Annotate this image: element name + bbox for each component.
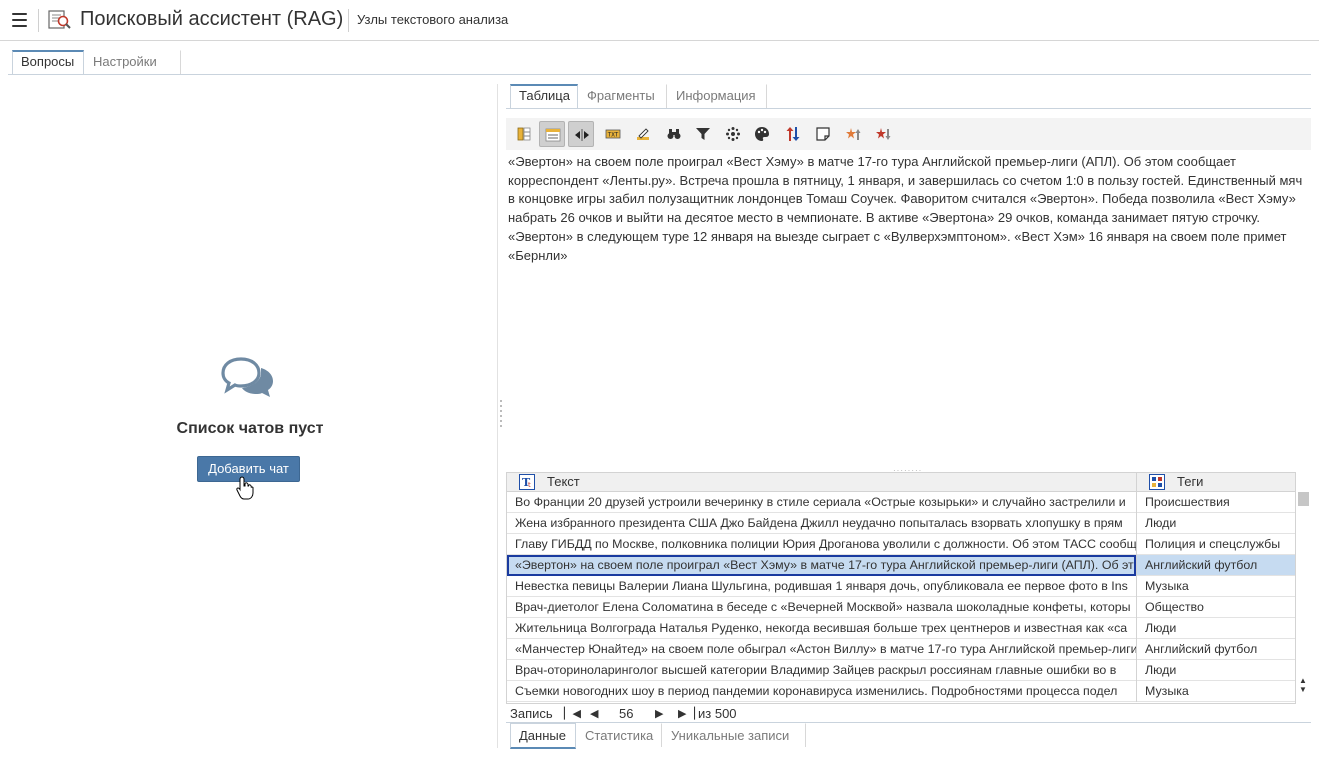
- cell-tag[interactable]: Происшествия: [1136, 492, 1295, 513]
- next-record-icon[interactable]: ▶: [655, 707, 663, 720]
- cell-text[interactable]: «Манчестер Юнайтед» на своем поле обыгра…: [515, 639, 1136, 659]
- last-record-icon[interactable]: ▶▕: [678, 707, 695, 720]
- cell-text[interactable]: Главу ГИБДД по Москве, полковника полици…: [515, 534, 1136, 554]
- sort-icon[interactable]: [780, 121, 806, 147]
- table-row[interactable]: Жительница Волгограда Наталья Руденко, н…: [507, 618, 1295, 639]
- star-down-icon[interactable]: [870, 121, 896, 147]
- toolbar: TXT: [506, 118, 1311, 150]
- table-row[interactable]: Главу ГИБДД по Москве, полковника полици…: [507, 534, 1295, 555]
- tab-questions[interactable]: Вопросы: [12, 50, 84, 74]
- binoculars-icon[interactable]: [661, 121, 687, 147]
- note-icon[interactable]: [810, 121, 836, 147]
- cell-text[interactable]: Невестка певицы Валерии Лиана Шульгина, …: [515, 576, 1136, 596]
- empty-chats-message: Список чатов пуст: [176, 420, 324, 437]
- tab-data[interactable]: Данные: [510, 723, 576, 749]
- columns-icon[interactable]: [511, 121, 537, 147]
- prev-record-icon[interactable]: ◀: [590, 707, 598, 720]
- cell-tag[interactable]: Полиция и спецслужбы: [1136, 534, 1295, 555]
- tab-fragments[interactable]: Фрагменты: [578, 84, 667, 108]
- menu-icon[interactable]: [12, 13, 27, 27]
- app-icon: [48, 9, 72, 36]
- tab-table[interactable]: Таблица: [510, 84, 578, 108]
- tags-column-icon: [1149, 474, 1165, 490]
- divider: [348, 9, 349, 32]
- divider: [38, 9, 39, 32]
- chat-bubbles-icon: [221, 356, 275, 405]
- table-row[interactable]: Врач-оториноларинголог высшей категории …: [507, 660, 1295, 681]
- table-row[interactable]: «Манчестер Юнайтед» на своем поле обыгра…: [507, 639, 1295, 660]
- first-record-icon[interactable]: ▏◀: [564, 707, 581, 720]
- cell-tag[interactable]: Люди: [1136, 618, 1295, 639]
- cluster-icon[interactable]: [720, 121, 746, 147]
- cell-tag[interactable]: Общество: [1136, 597, 1295, 618]
- filter-icon[interactable]: [690, 121, 716, 147]
- tab-unique-records[interactable]: Уникальные записи: [662, 723, 806, 747]
- text-column-icon: Tt: [519, 474, 535, 490]
- column-header-tags[interactable]: Теги: [1136, 473, 1295, 492]
- cell-text[interactable]: Жена избранного президента США Джо Байде…: [515, 513, 1136, 533]
- table-row[interactable]: «Эвертон» на своем поле проиграл «Вест Х…: [507, 555, 1295, 576]
- label-icon[interactable]: TXT: [600, 121, 626, 147]
- cell-text[interactable]: Врач-оториноларинголог высшей категории …: [515, 660, 1136, 680]
- table-row[interactable]: Врач-диетолог Елена Соломатина в беседе …: [507, 597, 1295, 618]
- cell-tag[interactable]: Музыка: [1136, 681, 1295, 702]
- cell-tag[interactable]: Английский футбол: [1136, 639, 1295, 660]
- current-record[interactable]: 56: [619, 706, 633, 721]
- page-title: Поисковый ассистент (RAG): [80, 8, 344, 30]
- top-bar: Поисковый ассистент (RAG) Узлы текстовог…: [0, 0, 1319, 41]
- star-up-icon[interactable]: [840, 121, 866, 147]
- cell-text[interactable]: Врач-диетолог Елена Соломатина в беседе …: [515, 597, 1136, 617]
- palette-icon[interactable]: [749, 121, 775, 147]
- tab-underline: [506, 108, 1311, 109]
- table-row[interactable]: Съемки новогодних шоу в период пандемии …: [507, 681, 1295, 702]
- column-header-text[interactable]: Tt Текст: [517, 473, 1136, 492]
- column-header-label: Текст: [547, 474, 580, 489]
- cell-text[interactable]: Во Франции 20 друзей устроили вечеринку …: [515, 492, 1136, 512]
- expand-horizontal-icon[interactable]: [568, 121, 594, 147]
- pager-label: Запись: [510, 706, 553, 721]
- cell-tag[interactable]: Музыка: [1136, 576, 1295, 597]
- row-view-icon[interactable]: [539, 121, 565, 147]
- edit-icon[interactable]: [630, 121, 656, 147]
- table-header: Tt Текст Теги: [507, 473, 1295, 492]
- table-row[interactable]: Невестка певицы Валерии Лиана Шульгина, …: [507, 576, 1295, 597]
- tab-information[interactable]: Информация: [667, 84, 767, 108]
- column-header-label: Теги: [1177, 474, 1204, 489]
- vertical-scrollbar[interactable]: ▲ ▼: [1296, 490, 1311, 704]
- table-row[interactable]: Жена избранного президента США Джо Байде…: [507, 513, 1295, 534]
- scrollbar-thumb[interactable]: [1298, 492, 1309, 506]
- cell-tag[interactable]: Люди: [1136, 660, 1295, 681]
- table-row[interactable]: Во Франции 20 друзей устроили вечеринку …: [507, 492, 1295, 513]
- svg-text:TXT: TXT: [608, 132, 619, 139]
- record-pager: Запись ▏◀ ◀ 56 ▶ ▶▕ из 500: [510, 705, 810, 723]
- scroll-arrows-icon[interactable]: ▲ ▼: [1299, 676, 1307, 694]
- cell-tag[interactable]: Английский футбол: [1136, 555, 1295, 576]
- cell-text[interactable]: «Эвертон» на своем поле проиграл «Вест Х…: [507, 555, 1136, 576]
- page-subtitle: Узлы текстового анализа: [357, 12, 509, 27]
- splitter-handle[interactable]: [500, 400, 503, 432]
- panel-splitter[interactable]: [497, 84, 498, 748]
- record-total: из 500: [698, 706, 737, 721]
- svg-text:t: t: [528, 481, 531, 489]
- cell-text[interactable]: Жительница Волгограда Наталья Руденко, н…: [515, 618, 1136, 638]
- cell-text[interactable]: Съемки новогодних шоу в период пандемии …: [515, 681, 1136, 701]
- tab-statistics[interactable]: Статистика: [576, 723, 662, 747]
- cell-tag[interactable]: Люди: [1136, 513, 1295, 534]
- document-text: «Эвертон» на своем поле проиграл «Вест Х…: [508, 154, 1303, 263]
- tab-settings[interactable]: Настройки: [84, 50, 181, 74]
- hand-cursor-icon: [236, 476, 254, 505]
- records-table: Tt Текст Теги Во Франции 20 друзей устро…: [506, 472, 1296, 704]
- tab-underline: [8, 74, 1311, 75]
